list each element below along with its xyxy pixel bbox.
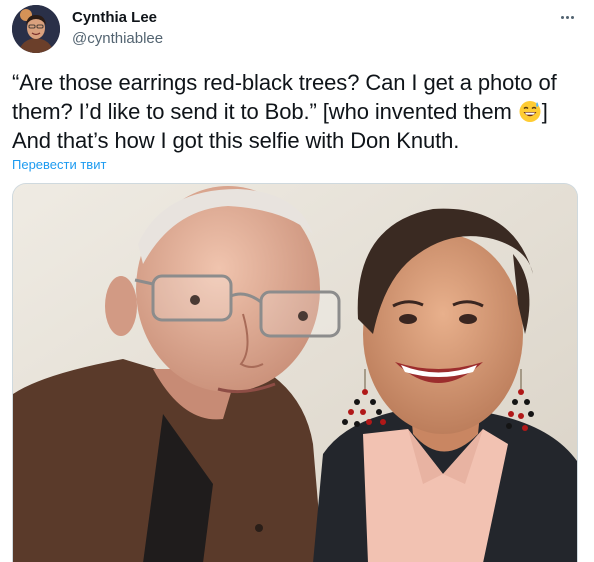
more-horizontal-icon xyxy=(560,15,564,19)
translate-tweet-link[interactable]: Перевести твит xyxy=(12,157,106,172)
tweet-text-part-1: “Are those earrings red-black trees? Can… xyxy=(12,70,557,124)
more-options-button[interactable] xyxy=(556,8,578,26)
author-handle[interactable]: @cynthiablee xyxy=(72,30,163,47)
profile-avatar-icon xyxy=(12,5,60,53)
grinning-face-with-sweat-icon xyxy=(518,99,542,123)
avatar[interactable] xyxy=(12,5,60,53)
tweet-photo[interactable] xyxy=(12,183,578,562)
selfie-photo-icon xyxy=(13,184,577,562)
tweet-text: “Are those earrings red-black trees? Can… xyxy=(12,68,584,155)
tweet-card: Cynthia Lee @cynthiablee “Are those earr… xyxy=(0,0,594,562)
author-display-name[interactable]: Cynthia Lee xyxy=(72,9,157,26)
